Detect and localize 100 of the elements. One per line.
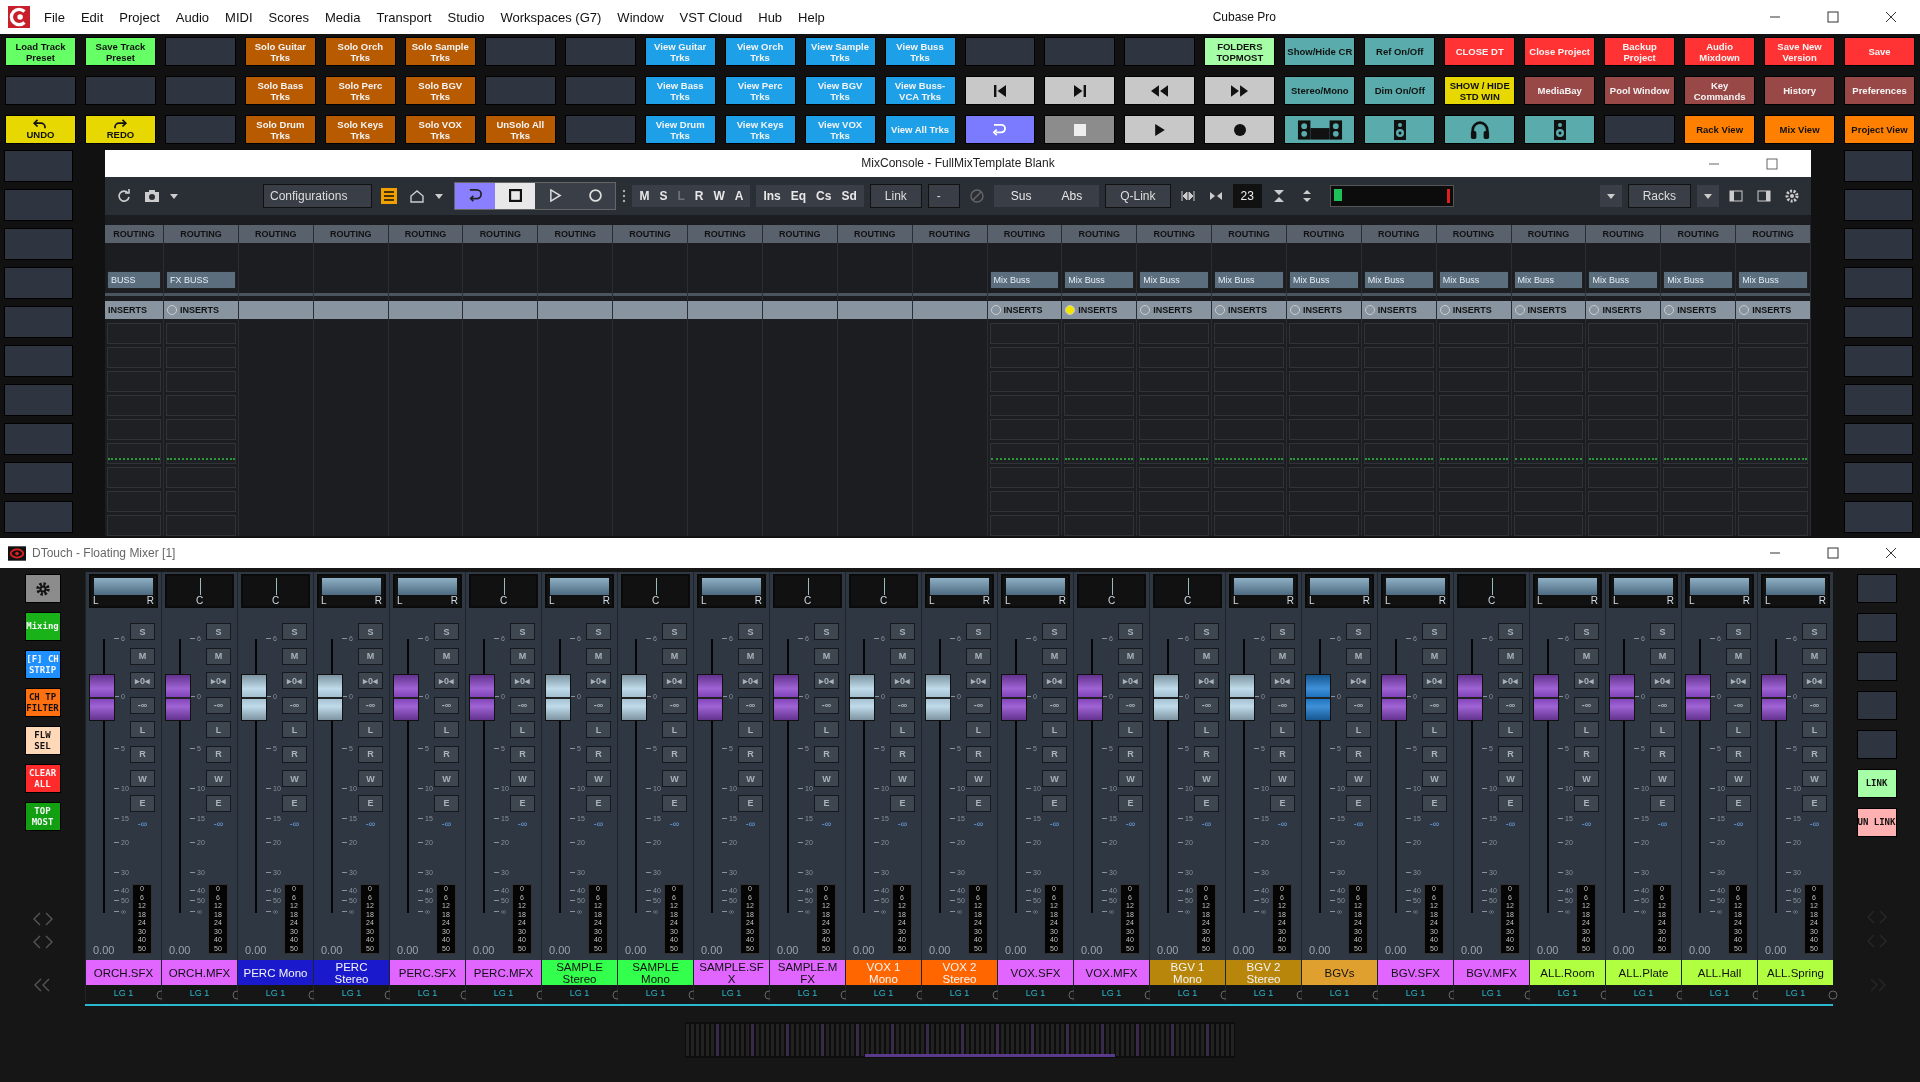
mixer-tool-button[interactable]: TOP MOST bbox=[24, 802, 61, 831]
pad-button[interactable]: Show/Hide CR bbox=[1284, 37, 1356, 66]
insert-led-icon[interactable] bbox=[1364, 305, 1375, 315]
strip-toggle[interactable]: -∞ bbox=[510, 696, 535, 714]
mixer-tool-button[interactable]: CH TP FILTER bbox=[24, 688, 61, 717]
menu-item[interactable]: Window bbox=[617, 9, 664, 25]
insert-slot[interactable] bbox=[1738, 443, 1808, 464]
channel-name[interactable]: VOX.SFX bbox=[998, 960, 1073, 985]
strip-toggle[interactable]: S bbox=[662, 623, 687, 640]
strip-toggle[interactable]: E bbox=[1194, 794, 1219, 812]
strip-toggle[interactable]: S bbox=[966, 623, 991, 640]
strip-toggle[interactable]: L bbox=[510, 721, 535, 738]
strip-toggle[interactable]: -∞ bbox=[738, 696, 763, 714]
insert-led-icon[interactable] bbox=[1739, 305, 1750, 315]
channel-name[interactable]: ALL.Spring bbox=[1758, 960, 1833, 985]
strip-toggle[interactable]: E bbox=[662, 794, 687, 812]
pad-button[interactable]: Close Project bbox=[1524, 37, 1596, 66]
strip-toggle[interactable]: ▸0◂ bbox=[1498, 672, 1523, 689]
pan-display[interactable]: L R bbox=[1305, 574, 1374, 608]
strip-toggle[interactable]: R bbox=[130, 745, 155, 763]
buss-button[interactable]: Mix Buss bbox=[1663, 271, 1734, 289]
buss-button[interactable]: Mix Buss bbox=[1139, 271, 1210, 289]
fader-handle[interactable] bbox=[393, 674, 419, 721]
strip-toggle[interactable]: ▸0◂ bbox=[206, 672, 231, 689]
strip-toggle[interactable]: W bbox=[1194, 770, 1219, 787]
pad-button[interactable] bbox=[964, 76, 1036, 105]
strip-toggle[interactable]: W bbox=[1802, 770, 1827, 787]
strip-toggle[interactable]: W bbox=[1726, 770, 1751, 787]
strip-toggle[interactable]: ▸0◂ bbox=[510, 672, 535, 689]
insert-led-icon[interactable] bbox=[1215, 305, 1226, 315]
buss-button[interactable]: Mix Buss bbox=[1288, 271, 1359, 289]
fader-handle[interactable] bbox=[1457, 674, 1483, 721]
mixer-tool-button[interactable]: Mixing bbox=[24, 612, 61, 641]
blank-button[interactable] bbox=[4, 384, 73, 416]
strip-toggle[interactable]: ▸0◂ bbox=[966, 672, 991, 689]
pad-button[interactable]: Dim On/Off bbox=[1364, 76, 1436, 105]
section-toggle[interactable]: Ins bbox=[759, 186, 785, 205]
blank-button[interactable] bbox=[1844, 189, 1913, 221]
pan-display[interactable]: L R bbox=[545, 574, 614, 608]
channel-name[interactable]: ALL.Room bbox=[1530, 960, 1605, 985]
insert-led-icon[interactable] bbox=[167, 305, 177, 315]
strip-toggle[interactable]: E bbox=[586, 794, 611, 812]
strip-toggle[interactable]: M bbox=[1194, 647, 1219, 665]
configurations-dropdown[interactable]: Configurations bbox=[263, 183, 373, 208]
strip-toggle[interactable]: ▸0◂ bbox=[814, 672, 839, 689]
strip-toggle[interactable]: M bbox=[1118, 647, 1143, 665]
strip-toggle[interactable]: L bbox=[206, 721, 231, 738]
strip-toggle[interactable]: ▸0◂ bbox=[282, 672, 307, 689]
strip-toggle[interactable]: M bbox=[1498, 647, 1523, 665]
close-icon[interactable] bbox=[1885, 11, 1897, 23]
insert-led-icon[interactable] bbox=[1664, 305, 1675, 315]
camera-icon[interactable] bbox=[144, 187, 160, 204]
pad-button[interactable]: Key Commands bbox=[1684, 76, 1756, 105]
link-mode-dropdown[interactable]: - bbox=[927, 183, 960, 208]
channel-name[interactable]: BGV 1 Mono bbox=[1150, 960, 1225, 985]
blank-button[interactable] bbox=[1844, 267, 1913, 299]
strip-toggle[interactable]: E bbox=[890, 794, 915, 812]
strip-toggle[interactable]: W bbox=[814, 770, 839, 787]
strip-toggle[interactable]: M bbox=[586, 647, 611, 665]
pad-button[interactable]: View All Trks bbox=[884, 115, 956, 144]
fader-handle[interactable] bbox=[1685, 674, 1711, 721]
strip-toggle[interactable]: ▸0◂ bbox=[1194, 672, 1219, 689]
automation-toggle[interactable]: A bbox=[730, 186, 748, 205]
strip-toggle[interactable]: R bbox=[1118, 745, 1143, 763]
strip-toggle[interactable]: S bbox=[282, 623, 307, 640]
caret-icon[interactable] bbox=[1697, 184, 1719, 207]
pad-button[interactable]: FOLDERS TOPMOST bbox=[1204, 37, 1276, 66]
menu-item[interactable]: Workspaces (G7) bbox=[500, 9, 602, 25]
pan-display[interactable]: C bbox=[241, 574, 310, 608]
pan-display[interactable]: C bbox=[1077, 574, 1146, 608]
buss-button[interactable]: BUSS bbox=[107, 271, 161, 289]
blank-button[interactable] bbox=[1844, 306, 1913, 338]
strip-toggle[interactable]: M bbox=[1346, 647, 1371, 665]
strip-toggle[interactable]: S bbox=[1118, 623, 1143, 640]
fader-handle[interactable] bbox=[1305, 674, 1331, 721]
strip-toggle[interactable]: S bbox=[1574, 623, 1599, 640]
caret-icon[interactable] bbox=[1599, 184, 1622, 207]
blank-button[interactable] bbox=[1856, 652, 1897, 681]
buss-button[interactable]: Mix Buss bbox=[989, 271, 1060, 289]
strip-toggle[interactable]: W bbox=[1346, 770, 1371, 787]
strip-toggle[interactable]: ▸0◂ bbox=[1042, 672, 1067, 689]
strip-toggle[interactable]: S bbox=[1194, 623, 1219, 640]
pad-button[interactable]: Pool Window bbox=[1604, 76, 1676, 105]
strip-toggle[interactable]: L bbox=[814, 721, 839, 738]
blank-button[interactable] bbox=[4, 267, 73, 299]
strip-toggle[interactable]: L bbox=[738, 721, 763, 738]
insert-slot[interactable] bbox=[1214, 443, 1284, 464]
strip-toggle[interactable]: W bbox=[662, 770, 687, 787]
strip-toggle[interactable]: ▸0◂ bbox=[586, 672, 611, 689]
pad-button[interactable]: Solo BGV Trks bbox=[404, 76, 476, 105]
blank-button[interactable] bbox=[1844, 345, 1913, 377]
suspend-button[interactable]: Sus bbox=[996, 186, 1046, 205]
cycle-button[interactable] bbox=[455, 182, 496, 209]
strip-toggle[interactable]: L bbox=[1498, 721, 1523, 738]
strip-toggle[interactable]: R bbox=[358, 745, 383, 763]
fader-handle[interactable] bbox=[241, 674, 267, 721]
strip-toggle[interactable]: E bbox=[1422, 794, 1447, 812]
channel-name[interactable]: PERC Mono bbox=[238, 960, 313, 985]
strip-toggle[interactable]: ▸0◂ bbox=[738, 672, 763, 689]
buss-button[interactable]: Mix Buss bbox=[1064, 271, 1135, 289]
